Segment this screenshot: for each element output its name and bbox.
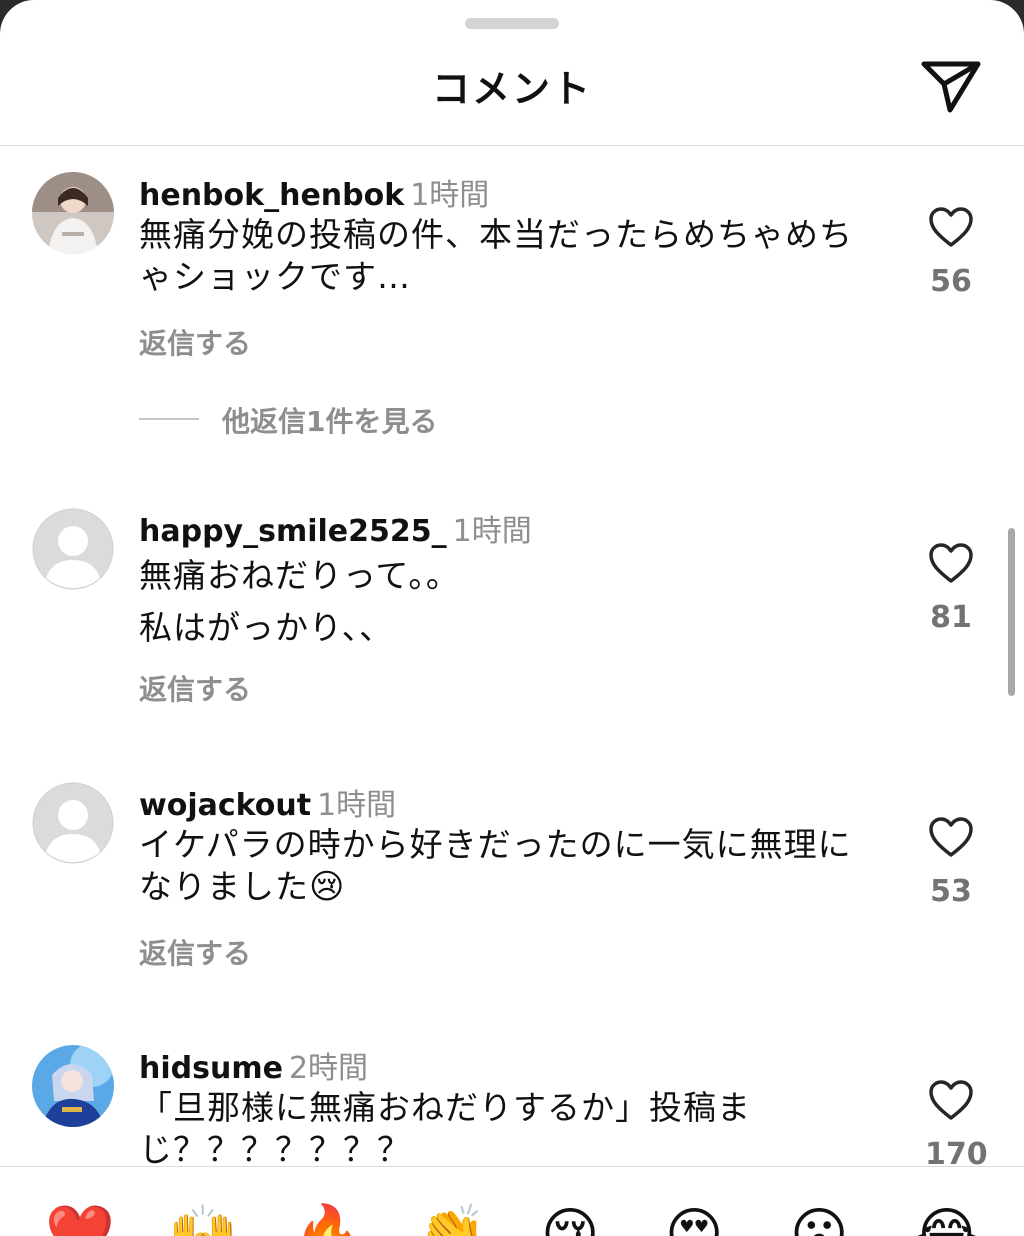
- reply-button[interactable]: 返信する: [139, 932, 251, 972]
- default-avatar[interactable]: [32, 782, 114, 864]
- comment-line: 「旦那様に無痛おねだりするか」投稿ま: [139, 1088, 751, 1127]
- like-control: 81: [925, 542, 977, 635]
- like-control: 53: [925, 816, 977, 909]
- reply-button[interactable]: 返信する: [139, 322, 251, 362]
- view-more-replies-label: 他返信1件を見る: [222, 405, 438, 438]
- heart-icon[interactable]: [928, 816, 974, 858]
- comment-meta: wojackout 1時間: [139, 780, 396, 824]
- heart-emoji[interactable]: ❤️: [45, 1205, 115, 1236]
- paper-plane-icon[interactable]: [920, 58, 982, 116]
- heart-eyes-emoji[interactable]: 😍: [665, 1205, 723, 1236]
- surprised-face-emoji[interactable]: 😮: [790, 1205, 848, 1236]
- comment-meta: happy_smile2525_ 1時間: [139, 506, 532, 550]
- avatar[interactable]: [32, 172, 114, 254]
- fire-emoji[interactable]: 🔥: [293, 1205, 363, 1236]
- laughing-tears-emoji[interactable]: 😂: [914, 1205, 979, 1236]
- heart-icon[interactable]: [928, 542, 974, 584]
- crying-face-emoji: 😢: [309, 867, 346, 907]
- raised-hands-emoji[interactable]: 🙌: [168, 1205, 238, 1236]
- comment-line: なりました: [139, 867, 309, 906]
- comment-line: イケパラの時から好きだったのに一気に無理に: [139, 825, 852, 864]
- like-count: 81: [930, 600, 972, 635]
- comment-text: 「旦那様に無痛おねだりするか」投稿ま じ？？？？？？？: [139, 1087, 864, 1171]
- like-count: 53: [930, 874, 972, 909]
- header-divider: [0, 145, 1024, 146]
- avatar[interactable]: [32, 1045, 114, 1127]
- username[interactable]: wojackout: [139, 788, 311, 823]
- emoji-reaction-bar: ❤️ 🙌 🔥 👏 😢 😍 😮 😂: [0, 1166, 1024, 1236]
- comment-line: じ？？？？？？？: [139, 1130, 411, 1169]
- comment-text: 無痛おねだりって。。 私はがっかり、、: [139, 550, 864, 654]
- like-control: 170: [925, 1079, 988, 1172]
- timestamp: 1時間: [452, 514, 532, 549]
- comments-sheet: コメント henbok_henbok 1時間 無痛分娩の投稿の件、本当だったらめち…: [0, 0, 1024, 1236]
- crying-face-emoji[interactable]: 😢: [541, 1205, 599, 1236]
- timestamp: 1時間: [317, 788, 397, 823]
- comment-meta: henbok_henbok 1時間: [139, 170, 489, 214]
- comment-text: イケパラの時から好きだったのに一気に無理に なりました😢: [139, 824, 864, 908]
- comment-text: 無痛分娩の投稿の件、本当だったらめちゃめち ゃショックです…: [139, 214, 864, 298]
- clapping-hands-emoji[interactable]: 👏: [417, 1205, 487, 1236]
- username[interactable]: henbok_henbok: [139, 178, 404, 213]
- like-control: 56: [925, 206, 977, 299]
- heart-icon[interactable]: [928, 206, 974, 248]
- username[interactable]: hidsume: [139, 1051, 283, 1086]
- default-avatar[interactable]: [32, 508, 114, 590]
- comment-meta: hidsume 2時間: [139, 1043, 368, 1087]
- timestamp: 1時間: [410, 178, 490, 213]
- drag-handle[interactable]: [465, 18, 559, 29]
- comment-line-with-emoji: なりました😢: [139, 866, 864, 908]
- comment-line: 私はがっかり、、: [139, 608, 394, 647]
- comment-line: 無痛おねだりって。。: [139, 556, 460, 595]
- timestamp: 2時間: [288, 1051, 369, 1086]
- like-count: 56: [930, 264, 972, 299]
- comment-line: ゃショックです…: [139, 257, 411, 296]
- heart-icon[interactable]: [928, 1079, 974, 1121]
- username[interactable]: happy_smile2525_: [139, 514, 447, 549]
- comment-line: 無痛分娩の投稿の件、本当だったらめちゃめち: [139, 215, 853, 254]
- replies-divider-line: [139, 418, 199, 420]
- scrollbar[interactable]: [1008, 528, 1015, 696]
- reply-button[interactable]: 返信する: [139, 668, 251, 708]
- page-title: コメント: [431, 67, 592, 111]
